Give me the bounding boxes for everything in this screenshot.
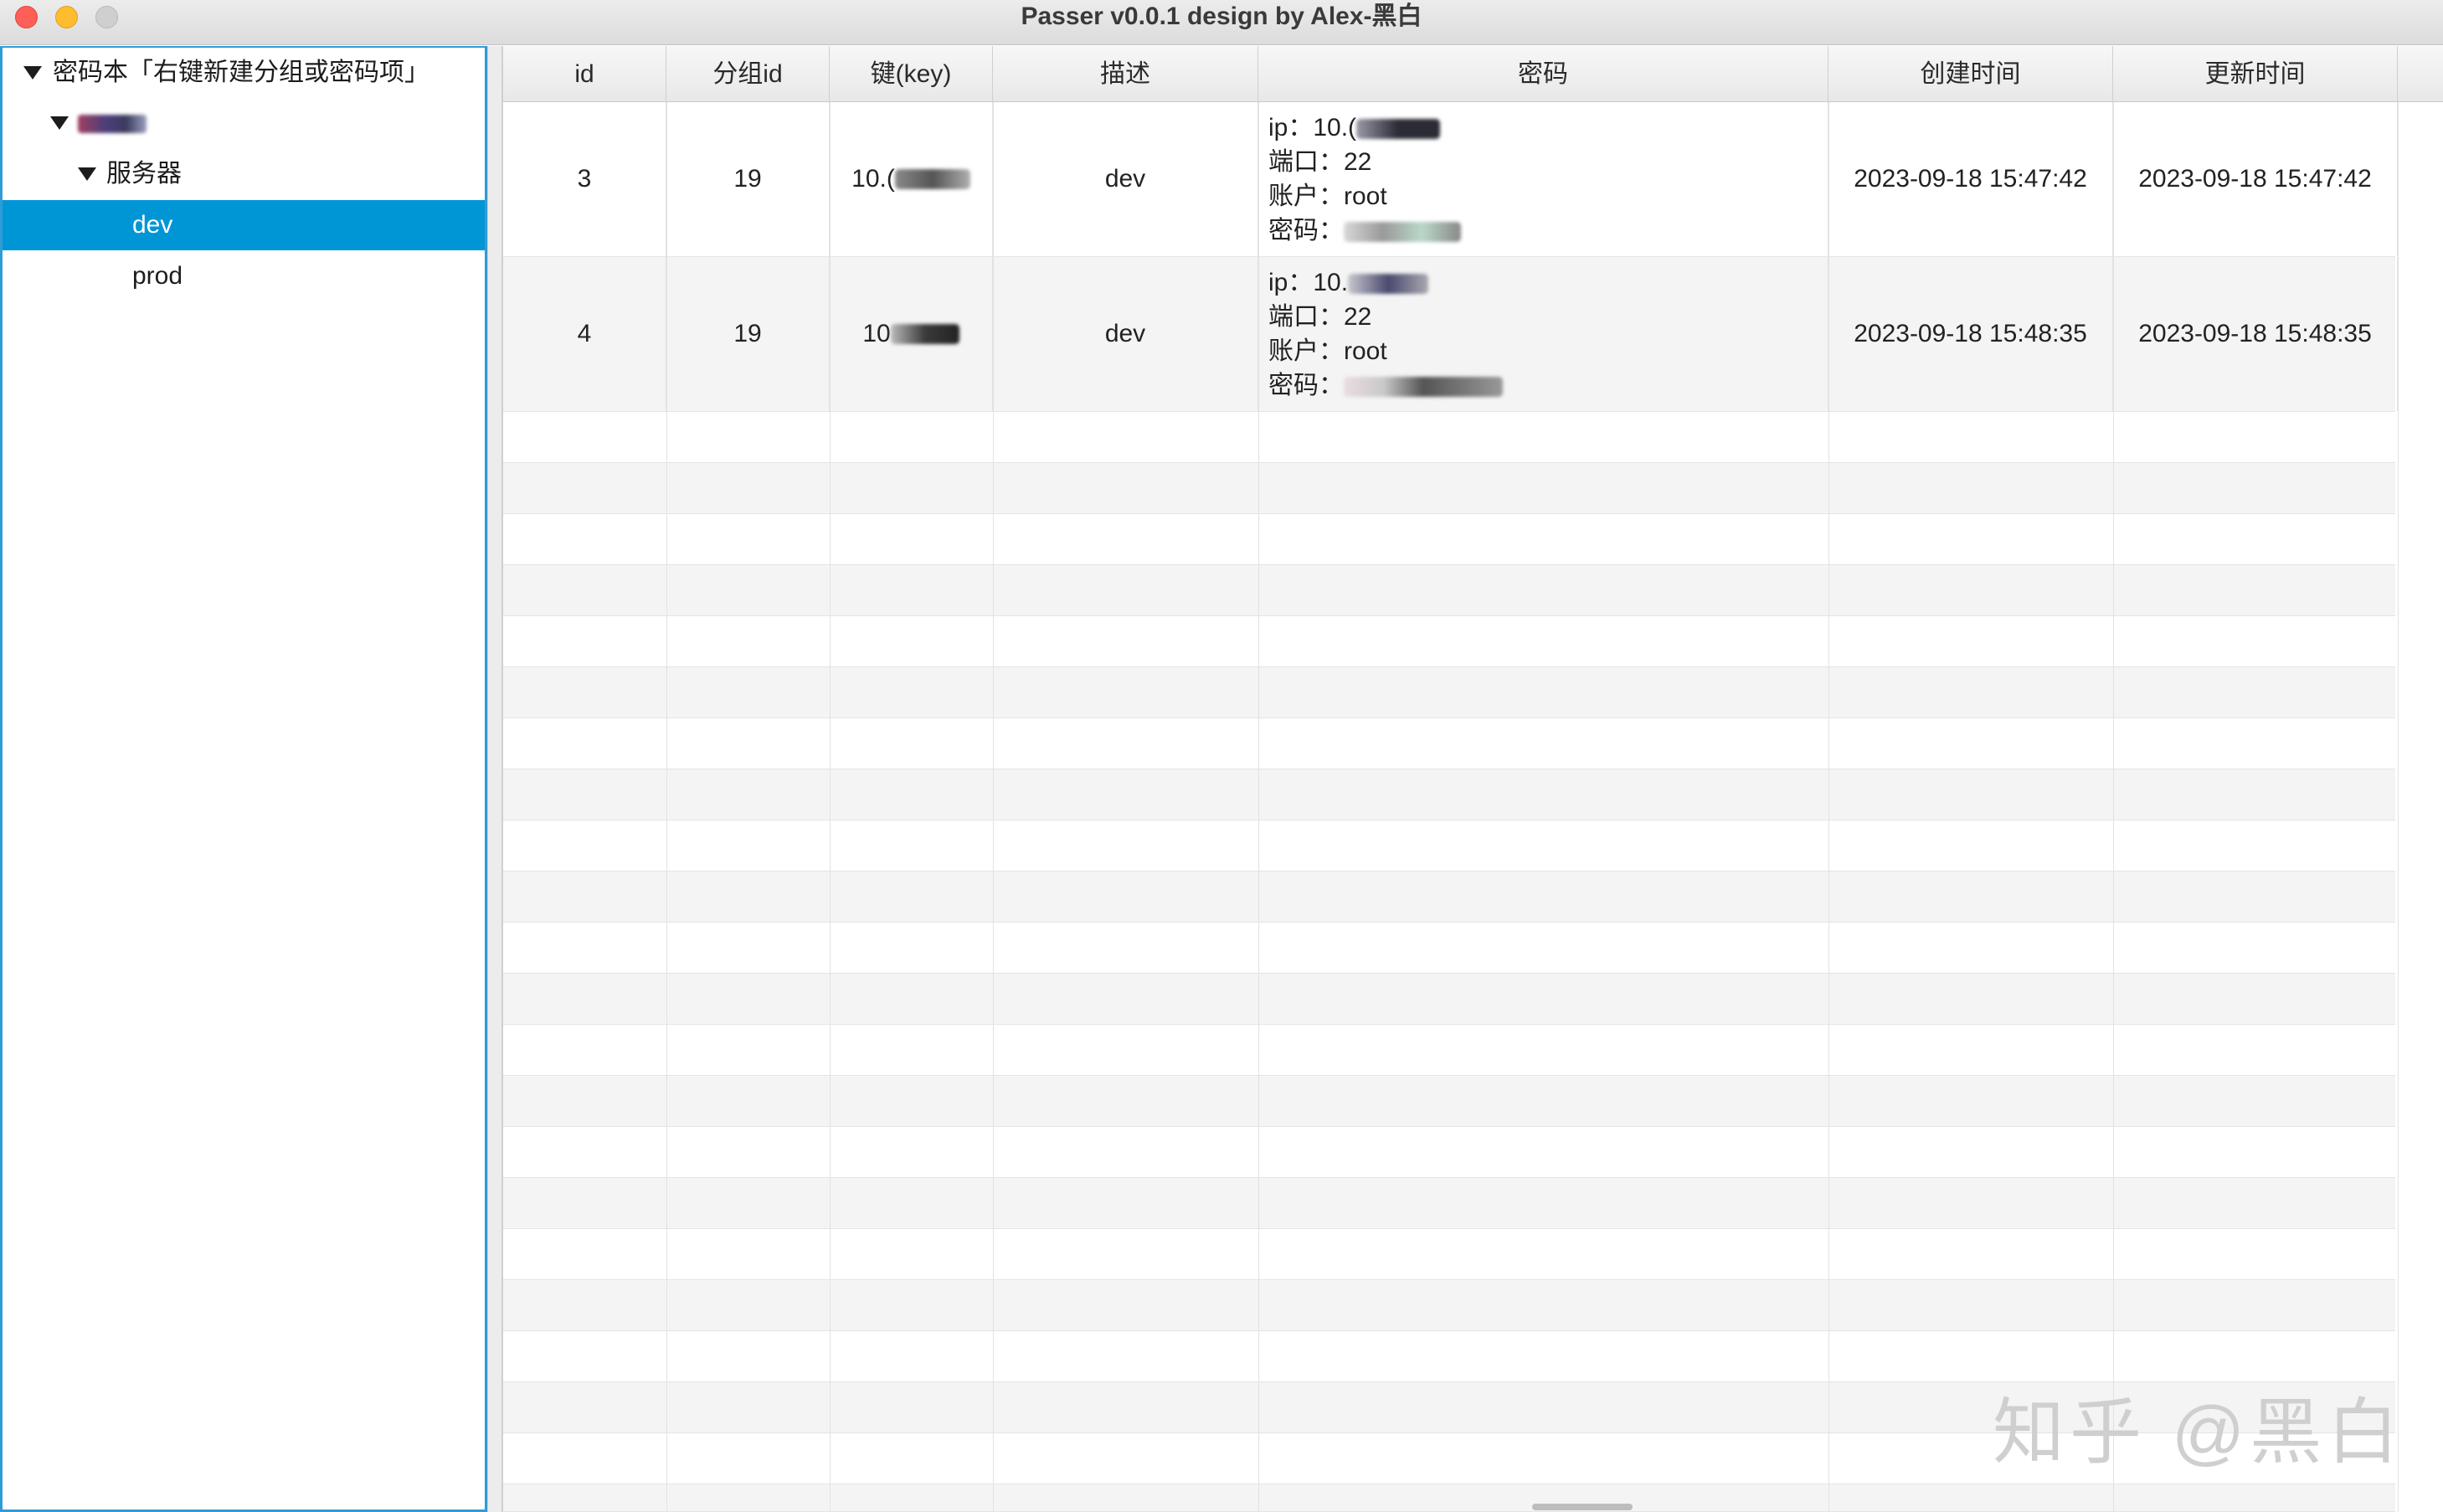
empty-table-row[interactable] [503,412,2395,463]
column-divider [2113,102,2114,1512]
cell-description: dev [993,102,1258,256]
redacted-password [1344,377,1503,398]
empty-table-row[interactable] [503,667,2395,718]
tree-subgroup[interactable]: 服务器 [3,149,485,199]
group-tree[interactable]: 密码本「右键新建分组或密码项」 服务器 dev prod [0,46,487,1512]
tree-root[interactable]: 密码本「右键新建分组或密码项」 [3,48,485,98]
cell-group-id: 19 [666,257,830,411]
panel-splitter[interactable] [487,46,502,1512]
cell-updated: 2023-09-18 15:47:42 [2113,102,2398,256]
column-header-key[interactable]: 键(key) [830,46,993,102]
pw-password: 密码： [1268,217,1344,244]
tree-subgroup-label: 服务器 [106,160,182,188]
empty-table-row[interactable] [503,1484,2395,1512]
horizontal-scrollbar[interactable] [1532,1504,1633,1510]
cell-group-id: 19 [666,102,830,256]
tree-item-label: dev [132,211,173,239]
tree-item-dev[interactable]: dev [3,200,485,250]
empty-table-row[interactable] [503,1280,2395,1331]
expand-arrow-icon[interactable] [50,116,69,130]
cell-key: 10.( [830,102,993,256]
column-divider [1828,102,1829,1512]
expand-arrow-icon[interactable] [78,167,96,181]
empty-table-row[interactable] [503,1076,2395,1127]
column-divider [666,102,667,1512]
redacted-key [894,169,970,189]
tree-item-label: prod [132,262,183,290]
column-divider [830,102,831,1512]
empty-table-row[interactable] [503,514,2395,565]
cell-created: 2023-09-18 15:47:42 [1828,102,2113,256]
empty-table-row[interactable] [503,718,2395,769]
empty-table-row[interactable] [503,565,2395,616]
pw-password: 密码： [1268,372,1344,399]
cell-id: 4 [503,257,666,411]
cell-password: ip：10. 端口：22 账户：root 密码： [1258,257,1828,411]
column-divider [993,102,994,1512]
cell-description: dev [993,257,1258,411]
column-header-id[interactable]: id [503,46,666,102]
pw-ip: ip：10.( [1268,114,1357,141]
column-divider [1258,102,1259,1512]
expand-arrow-icon[interactable] [23,66,42,80]
column-header-password[interactable]: 密码 [1258,46,1828,102]
pw-port: 端口：22 [1268,148,1372,176]
table-row[interactable]: 4 19 10 dev ip：10. 端口：22 账户：root 密码： 202… [503,257,2398,412]
table-row[interactable]: 3 19 10.( dev ip：10.( 端口：22 账户：root 密码： … [503,102,2398,257]
empty-table-row[interactable] [503,769,2395,820]
redacted-group-name [78,115,147,134]
pw-ip: ip：10. [1268,269,1349,296]
empty-table-row[interactable] [503,1178,2395,1229]
cell-key: 10 [830,257,993,411]
empty-table-row[interactable] [503,820,2395,872]
key-visible-text: 10.( [851,165,895,193]
column-header-updated[interactable]: 更新时间 [2113,46,2398,102]
key-visible-text: 10 [862,320,891,347]
redacted-ip [1348,274,1429,295]
empty-table-row[interactable] [503,923,2395,974]
column-header-description[interactable]: 描述 [993,46,1258,102]
empty-table-row[interactable] [503,616,2395,667]
empty-table-row[interactable] [503,1025,2395,1076]
cell-password: ip：10.( 端口：22 账户：root 密码： [1258,102,1828,256]
tree-group[interactable] [3,98,485,148]
redacted-password [1344,222,1461,243]
tree-group-label [78,98,147,148]
redacted-ip [1356,119,1441,140]
password-table[interactable]: id 分组id 键(key) 描述 密码 创建时间 更新时间 3 19 10.(… [502,46,2443,1512]
cell-id: 3 [503,102,666,256]
tree-root-label: 密码本「右键新建分组或密码项」 [53,59,429,86]
pw-port: 端口：22 [1268,303,1372,331]
window-title: Passer v0.0.1 design by Alex-黑白 [1021,3,1422,30]
tree-item-prod[interactable]: prod [3,251,485,301]
redacted-key [890,324,959,344]
empty-table-row[interactable] [503,1127,2395,1178]
cell-created: 2023-09-18 15:48:35 [1828,257,2113,411]
column-divider [2398,102,2399,1512]
title-bar: Passer v0.0.1 design by Alex-黑白 [0,0,2443,45]
cell-updated: 2023-09-18 15:48:35 [2113,257,2398,411]
watermark: 知乎 @黑白 [1993,1392,2404,1473]
empty-table-row[interactable] [503,872,2395,923]
pw-account: 账户：root [1268,337,1387,365]
table-header: id 分组id 键(key) 描述 密码 创建时间 更新时间 [503,46,2443,102]
empty-table-row[interactable] [503,463,2395,514]
pw-account: 账户：root [1268,183,1387,210]
column-header-group-id[interactable]: 分组id [666,46,830,102]
empty-table-row[interactable] [503,1229,2395,1280]
column-header-created[interactable]: 创建时间 [1828,46,2113,102]
empty-table-row[interactable] [503,974,2395,1025]
